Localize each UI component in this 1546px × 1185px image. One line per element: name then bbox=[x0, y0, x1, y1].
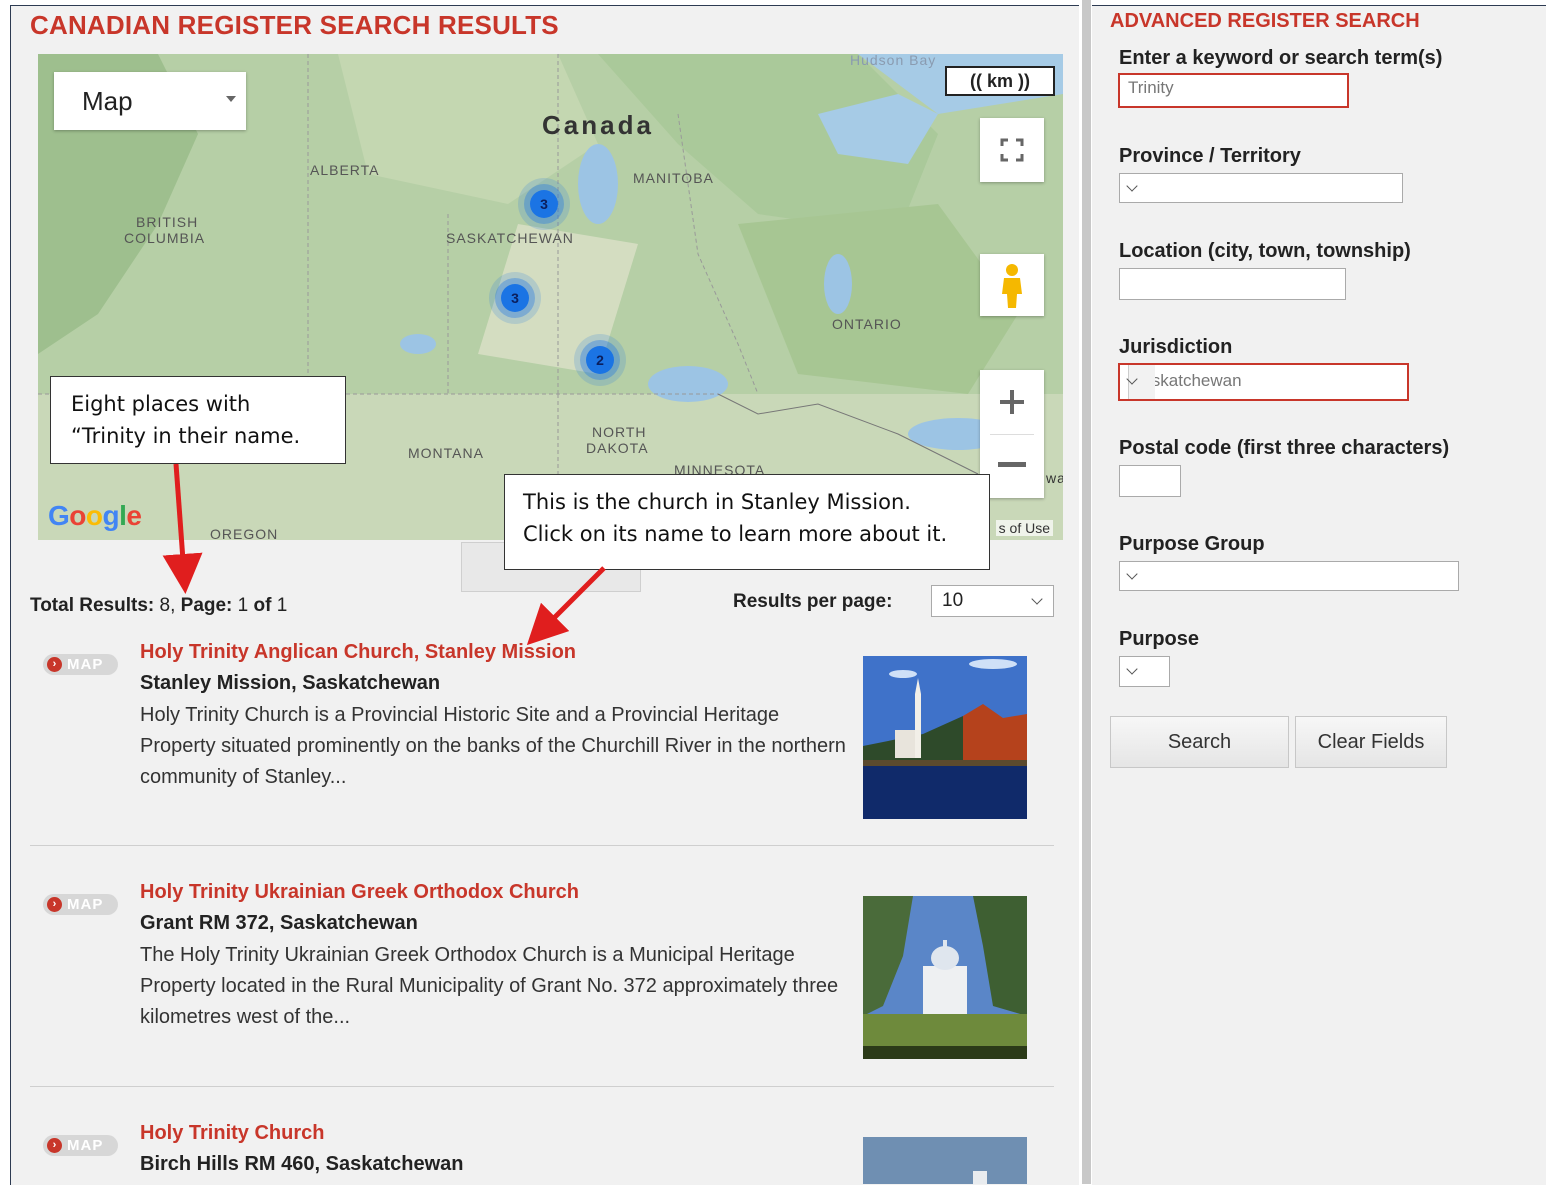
map-link-button[interactable]: › MAP bbox=[43, 894, 118, 915]
arrow-right-icon: › bbox=[47, 1138, 62, 1153]
purpose-group-select[interactable] bbox=[1119, 561, 1459, 591]
result-location: Stanley Mission, Saskatchewan bbox=[140, 672, 441, 694]
result-thumbnail[interactable] bbox=[863, 1137, 1027, 1184]
purpose-group-label: Purpose Group bbox=[1119, 533, 1265, 555]
map-link-label: MAP bbox=[67, 656, 104, 673]
result-title-link[interactable]: Holy Trinity Anglican Church, Stanley Mi… bbox=[140, 641, 576, 664]
page-value: 1 bbox=[237, 595, 249, 616]
province-select[interactable] bbox=[1119, 173, 1403, 203]
annotation-arrow bbox=[526, 566, 606, 646]
chevron-down-icon bbox=[1126, 568, 1138, 580]
annotation-arrow bbox=[162, 463, 203, 594]
result-title-link[interactable]: Holy Trinity Church bbox=[140, 1122, 324, 1145]
location-label: Location (city, town, township) bbox=[1119, 240, 1411, 262]
result-title-link[interactable]: Holy Trinity Ukrainian Greek Orthodox Ch… bbox=[140, 881, 579, 904]
total-value: 8 bbox=[159, 595, 171, 616]
map-link-label: MAP bbox=[67, 896, 104, 913]
results-per-page-label: Results per page: bbox=[733, 591, 893, 612]
map-link-button[interactable]: › MAP bbox=[43, 654, 118, 675]
keyword-value: Trinity bbox=[1128, 78, 1174, 97]
result-location: Birch Hills RM 460, Saskatchewan bbox=[140, 1153, 464, 1175]
arrow-right-icon: › bbox=[47, 897, 62, 912]
chevron-down-icon bbox=[1031, 593, 1043, 605]
location-input[interactable] bbox=[1119, 268, 1346, 300]
search-button[interactable]: Search bbox=[1110, 716, 1289, 768]
result-divider bbox=[30, 845, 1054, 846]
church-field-photo bbox=[863, 896, 1027, 1059]
result-thumbnail[interactable] bbox=[863, 896, 1027, 1059]
jurisdiction-select[interactable]: Saskatchewan bbox=[1118, 363, 1409, 401]
results-summary: Total Results: 8, Page: 1 of 1 bbox=[30, 595, 288, 616]
keyword-input[interactable]: Trinity bbox=[1118, 73, 1349, 108]
purpose-label: Purpose bbox=[1119, 628, 1200, 650]
map-link-label: MAP bbox=[67, 1137, 104, 1154]
sidebar-heading: ADVANCED REGISTER SEARCH bbox=[1110, 10, 1420, 32]
chevron-down-icon bbox=[1126, 663, 1138, 675]
of-value: 1 bbox=[276, 595, 288, 616]
postal-code-input[interactable] bbox=[1119, 465, 1181, 497]
church-river-photo bbox=[863, 656, 1027, 819]
arrow-right-icon: › bbox=[47, 657, 62, 672]
of-label: of bbox=[253, 595, 272, 616]
results-per-page-select[interactable]: 10 bbox=[931, 585, 1054, 617]
result-description: The Holy Trinity Ukrainian Greek Orthodo… bbox=[140, 944, 839, 1028]
province-label: Province / Territory bbox=[1119, 145, 1301, 167]
clear-fields-button[interactable]: Clear Fields bbox=[1295, 716, 1447, 768]
total-label: Total Results: bbox=[30, 595, 155, 616]
purpose-select[interactable] bbox=[1119, 656, 1170, 687]
chevron-down-icon bbox=[1126, 180, 1138, 192]
result-thumbnail[interactable] bbox=[863, 656, 1027, 819]
postal-code-label: Postal code (first three characters) bbox=[1119, 437, 1450, 459]
result-divider bbox=[30, 1086, 1054, 1087]
jurisdiction-label: Jurisdiction bbox=[1119, 336, 1233, 358]
results-per-page-value: 10 bbox=[942, 590, 964, 611]
page-label: Page: bbox=[180, 595, 233, 616]
result-description: Holy Trinity Church is a Provincial Hist… bbox=[140, 704, 846, 788]
keyword-label: Enter a keyword or search term(s) bbox=[1119, 47, 1443, 69]
result-location: Grant RM 372, Saskatchewan bbox=[140, 912, 418, 934]
church-photo bbox=[863, 1137, 1027, 1184]
map-link-button[interactable]: › MAP bbox=[43, 1135, 118, 1156]
